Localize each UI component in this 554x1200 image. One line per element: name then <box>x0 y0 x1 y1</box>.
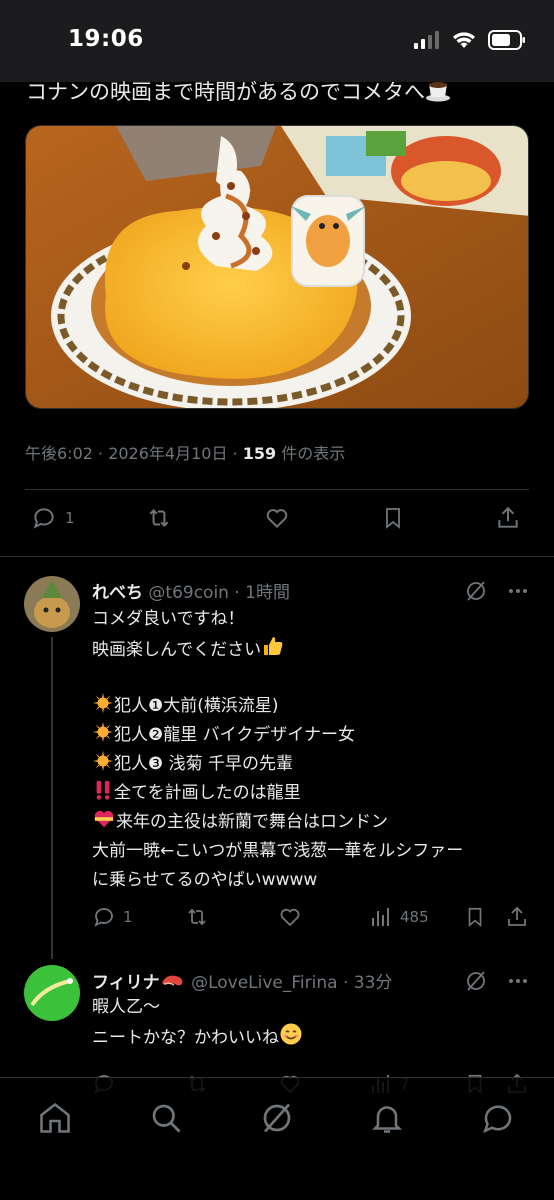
grok-icon[interactable] <box>464 579 488 603</box>
views-button[interactable]: 485 <box>369 905 429 929</box>
nav-search[interactable] <box>148 1100 184 1136</box>
thumbs-up-emoji-icon <box>264 637 283 655</box>
heart-icon <box>280 908 300 927</box>
reply-actions: 1 485 <box>92 905 532 933</box>
avatar[interactable] <box>24 965 80 1021</box>
status-time: 19:06 <box>68 26 144 52</box>
wifi-icon <box>453 32 475 48</box>
search-icon <box>152 1104 181 1133</box>
heart-icon <box>266 509 288 529</box>
coffee-emoji-icon <box>426 82 450 102</box>
bookmark-button[interactable] <box>464 905 486 929</box>
tweet-text: コナンの映画まで時間があるのでコメタへ <box>26 76 451 106</box>
reply-line <box>92 663 463 692</box>
reply-body: コメダ良いですね！ 映画楽しんでください 犯人❶大前(横浜流星) 犯人❷龍里 バ… <box>92 605 463 895</box>
reply-handle[interactable]: @t69coin · 1時間 <box>148 583 290 603</box>
reply-body: 暇人乙〜 ニートかな？かわいいね <box>92 993 303 1051</box>
more-icon[interactable] <box>506 579 530 603</box>
grok-icon <box>263 1103 291 1133</box>
analytics-icon <box>372 908 389 926</box>
nav-home[interactable] <box>37 1100 73 1136</box>
green-avatar <box>24 965 80 1021</box>
signal-icon <box>414 31 439 49</box>
share-button[interactable] <box>495 505 521 531</box>
views-count: 159 <box>242 444 277 463</box>
nav-grok[interactable] <box>259 1100 295 1136</box>
share-icon <box>508 906 526 926</box>
status-bar: 19:06 <box>0 0 554 82</box>
repost-button[interactable] <box>145 505 173 531</box>
reply-header: れべち @t69coin · 1時間 <box>92 578 290 603</box>
battery-icon <box>488 30 525 50</box>
share-button[interactable] <box>505 905 529 929</box>
reply-button[interactable]: 1 <box>92 905 133 929</box>
tweet-actions: 1 <box>25 505 529 541</box>
reply-line: 犯人❸ 浅菊 千早の先輩 <box>92 750 463 779</box>
reply-line: 大前一暁←こいつが黒幕で浅葱一華をルシファー <box>92 841 464 861</box>
share-icon <box>498 506 518 528</box>
bookmark-icon <box>468 907 482 928</box>
nav-notifications[interactable] <box>369 1100 405 1136</box>
bookmark-button[interactable] <box>381 505 405 531</box>
reply-count: 1 <box>65 509 75 527</box>
reply-author-name[interactable]: フィリナ <box>92 973 160 993</box>
reply-button[interactable]: 1 <box>31 505 75 531</box>
thread-line <box>51 637 53 959</box>
reply-header-actions <box>464 579 530 603</box>
view-count: 485 <box>400 908 429 926</box>
reply-line: コメダ良いですね！ <box>92 609 245 629</box>
reply-line: 暇人乙〜 <box>92 997 160 1017</box>
double-exclamation-emoji-icon <box>96 780 110 800</box>
reply-line: 全てを計画したのは龍里 <box>92 779 463 808</box>
sun-emoji-icon <box>92 750 114 772</box>
reply-count: 1 <box>123 908 133 926</box>
tweet-photo[interactable] <box>25 125 529 409</box>
home-icon <box>40 1102 70 1133</box>
shrimp-emoji-icon <box>161 975 183 986</box>
reply-line: ニートかな？かわいいね <box>92 1022 303 1051</box>
sun-emoji-icon <box>92 721 114 743</box>
reply-author-name[interactable]: れべち <box>92 583 143 603</box>
repost-button[interactable] <box>184 905 210 929</box>
like-button[interactable] <box>277 905 303 929</box>
notifications-icon <box>371 1106 403 1133</box>
tweet-text-content: コナンの映画まで時間があるのでコメタへ <box>26 80 425 104</box>
reply-line: 来年の主役は新蘭で舞台はロンドン <box>92 808 463 837</box>
repost-icon <box>188 908 206 926</box>
more-icon[interactable] <box>506 969 530 993</box>
views-label: 件の表示 <box>276 444 346 463</box>
reply-header-actions <box>464 969 530 993</box>
tweet-timestamp: 午後6:02 · 2026年4月10日 · <box>25 444 243 463</box>
status-icons <box>414 30 526 50</box>
reply-handle[interactable]: @LoveLive_Firina · 33分 <box>191 973 392 993</box>
divider <box>25 489 529 490</box>
heart-ribbon-emoji-icon <box>94 810 114 828</box>
divider <box>0 556 554 557</box>
reply-icon <box>94 908 113 927</box>
smiling-face-emoji-icon <box>280 1023 302 1045</box>
sun-emoji-icon <box>92 692 114 714</box>
shiro-noir-dessert-photo <box>26 126 528 408</box>
reply-line: に乗らせてるのやばいwwww <box>92 870 318 890</box>
bottom-nav <box>0 1077 554 1200</box>
nav-messages[interactable] <box>480 1100 516 1136</box>
repost-icon <box>149 509 169 527</box>
grok-icon[interactable] <box>464 969 488 993</box>
avatar[interactable] <box>24 576 80 632</box>
reply-line: 映画楽しんでください <box>92 634 463 663</box>
reply-line: 犯人❶大前(横浜流星) <box>92 692 463 721</box>
cat-pineapple-avatar <box>24 576 80 632</box>
bookmark-icon <box>386 508 400 529</box>
reply-line: 犯人❷龍里 バイクデザイナー女 <box>92 721 463 750</box>
reply-icon <box>33 508 54 529</box>
like-button[interactable] <box>263 505 291 531</box>
messages-icon <box>483 1105 512 1134</box>
reply-header: フィリナ @LoveLive_Firina · 33分 <box>92 968 392 993</box>
tweet-meta: 午後6:02 · 2026年4月10日 · 159 件の表示 <box>25 440 345 464</box>
